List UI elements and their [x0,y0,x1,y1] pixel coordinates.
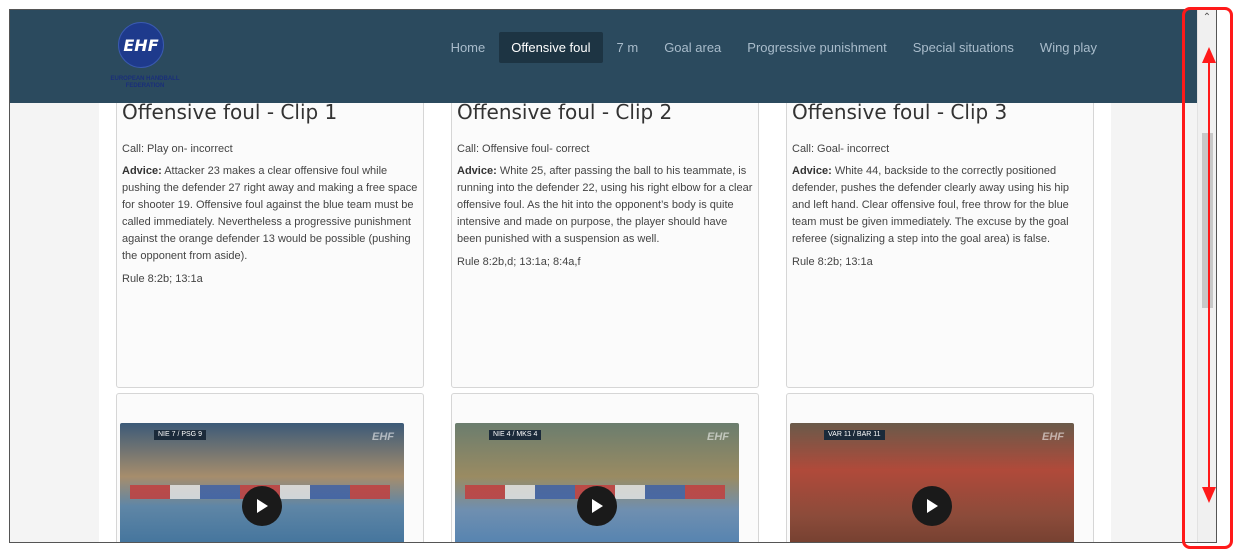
clip-title: Offensive foul - Clip 1 [122,100,338,124]
clip-rule: Rule 8:2b; 13:1a [792,256,873,268]
clip-card-1: Offensive foul - Clip 1 Call: Play on- i… [116,80,424,388]
clip-card-3: Offensive foul - Clip 3 Call: Goal- inco… [786,80,1094,388]
play-icon [257,499,268,513]
score-overlay: VAR 11 / BAR 11 [824,430,885,440]
clip-advice: Advice: White 44, backside to the correc… [792,163,1088,271]
main-nav: Home Offensive foul 7 m Goal area Progre… [437,32,1109,63]
ehf-logo[interactable]: EHF [118,22,164,68]
clip-title: Offensive foul - Clip 2 [457,100,673,124]
site-header: EHF EUROPEAN HANDBALL FEDERATION Home Of… [10,10,1197,103]
clip-rule: Rule 8:2b,d; 13:1a; 8:4a,f [457,256,581,268]
nav-progressive-punishment[interactable]: Progressive punishment [735,32,898,63]
play-icon [592,499,603,513]
video-card-3: VAR 11 / BAR 11 EHF [786,393,1094,542]
play-icon [927,499,938,513]
clip-call: Call: Offensive foul- correct [457,143,590,155]
advice-label: Advice: [792,165,832,177]
clip-call: Call: Goal- incorrect [792,143,890,155]
browser-viewport: Offensive foul - Clip 1 Call: Play on- i… [9,9,1217,543]
advice-text: Attacker 23 makes a clear offensive foul… [122,165,418,262]
video-thumbnail[interactable]: VAR 11 / BAR 11 EHF [790,423,1074,542]
clip-title: Offensive foul - Clip 3 [792,100,1008,124]
score-overlay: NIE 4 / MKS 4 [489,430,542,440]
play-button[interactable] [242,486,282,526]
ehf-watermark: EHF [707,431,729,443]
nav-offensive-foul[interactable]: Offensive foul [499,32,603,63]
play-button[interactable] [912,486,952,526]
advice-label: Advice: [457,165,497,177]
nav-wing-play[interactable]: Wing play [1028,32,1109,63]
page-content: Offensive foul - Clip 1 Call: Play on- i… [10,10,1197,542]
score-overlay: NIE 7 / PSG 9 [154,430,206,440]
logo-subtitle: EUROPEAN HANDBALL FEDERATION [110,76,180,89]
play-button[interactable] [577,486,617,526]
advice-text: White 44, backside to the correctly posi… [792,165,1070,245]
video-thumbnail[interactable]: NIE 4 / MKS 4 EHF [455,423,739,542]
clip-advice: Advice: White 25, after passing the ball… [457,163,753,271]
advice-label: Advice: [122,165,162,177]
clip-call: Call: Play on- incorrect [122,143,233,155]
clip-rule: Rule 8:2b; 13:1a [122,273,203,285]
nav-goal-area[interactable]: Goal area [652,32,733,63]
nav-special-situations[interactable]: Special situations [901,32,1026,63]
clip-advice: Advice: Attacker 23 makes a clear offens… [122,163,418,288]
video-thumbnail[interactable]: NIE 7 / PSG 9 EHF [120,423,404,542]
video-card-1: NIE 7 / PSG 9 EHF [116,393,424,542]
advice-text: White 25, after passing the ball to his … [457,165,753,245]
clip-card-2: Offensive foul - Clip 2 Call: Offensive … [451,80,759,388]
nav-7m[interactable]: 7 m [605,32,651,63]
nav-home[interactable]: Home [439,32,498,63]
ehf-watermark: EHF [1042,431,1064,443]
ehf-watermark: EHF [372,431,394,443]
annotation-double-arrow-icon [1202,47,1216,503]
video-card-2: NIE 4 / MKS 4 EHF [451,393,759,542]
